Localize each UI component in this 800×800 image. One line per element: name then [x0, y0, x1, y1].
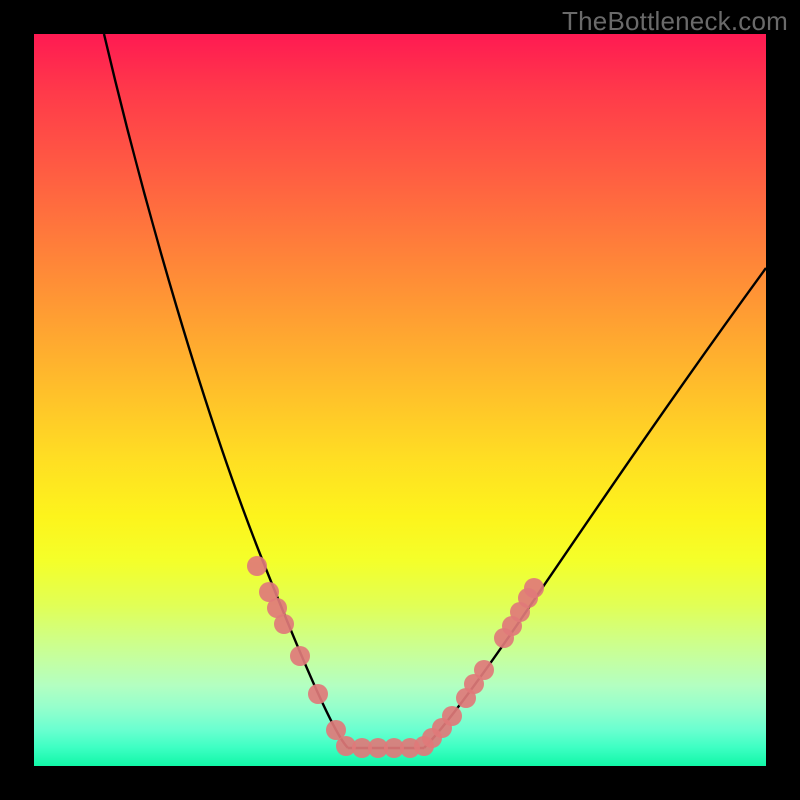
plot-area: [34, 34, 766, 766]
curve-overlay: [34, 34, 766, 766]
attribution-text: TheBottleneck.com: [562, 6, 788, 37]
curve-left: [104, 34, 348, 748]
marker-dots: [247, 556, 544, 758]
chart-frame: TheBottleneck.com: [0, 0, 800, 800]
